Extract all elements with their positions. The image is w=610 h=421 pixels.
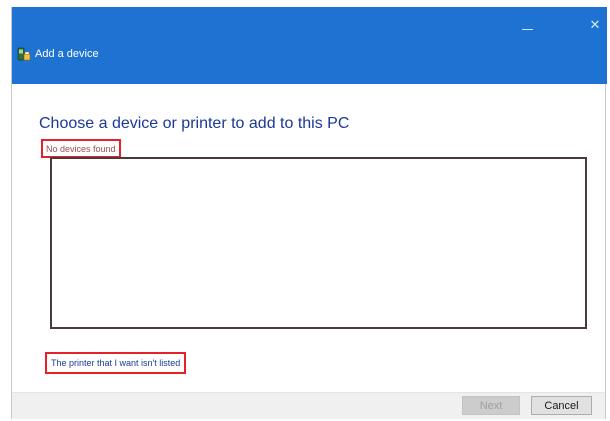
dialog-footer: Next Cancel [12, 392, 605, 419]
status-highlight: No devices found [41, 139, 121, 158]
minimize-button[interactable] [504, 17, 550, 41]
devices-printers-icon [17, 47, 31, 60]
close-icon: ✕ [589, 18, 601, 33]
printer-not-listed-link[interactable]: The printer that I want isn't listed [51, 358, 180, 368]
page-title: Choose a device or printer to add to thi… [39, 115, 350, 132]
link-highlight: The printer that I want isn't listed [45, 352, 187, 374]
close-button[interactable]: ✕ [586, 14, 604, 38]
main-content: Choose a device or printer to add to thi… [12, 84, 605, 393]
minimize-icon [521, 28, 533, 30]
next-button[interactable]: Next [462, 396, 520, 415]
status-text: No devices found [46, 143, 116, 154]
title-row: Add a device [16, 44, 99, 64]
title-bar: ✕ Add a device [12, 7, 607, 84]
device-list[interactable] [50, 157, 587, 329]
cancel-button[interactable]: Cancel [531, 396, 592, 415]
add-device-dialog: ✕ Add a device Choose a device or printe… [11, 7, 607, 419]
window-title: Add a device [35, 48, 99, 60]
